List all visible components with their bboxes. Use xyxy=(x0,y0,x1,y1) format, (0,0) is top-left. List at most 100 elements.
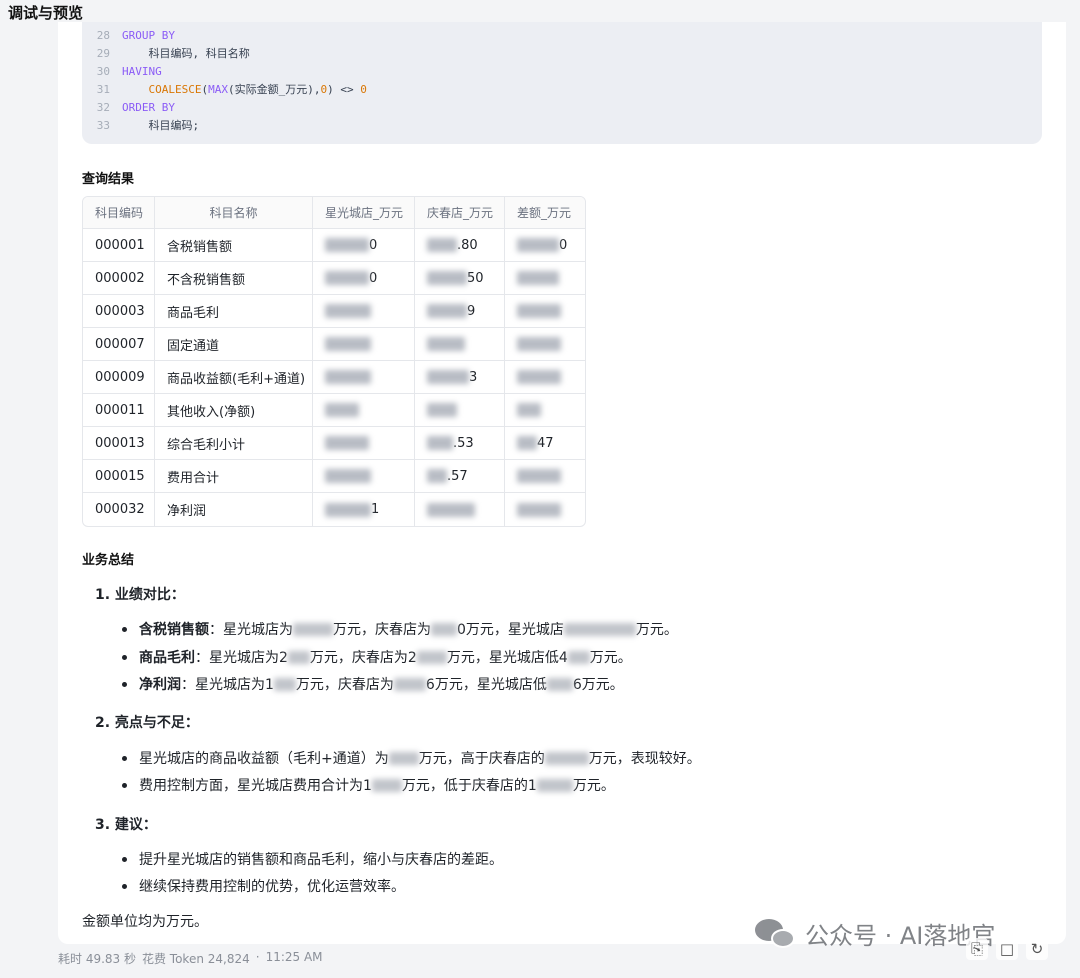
table-cell-a: 1 xyxy=(313,493,415,526)
meta-separator: · xyxy=(255,950,260,964)
summary-heading-3: 3. 建议： xyxy=(95,817,157,833)
col-header-name: 科目名称 xyxy=(155,197,313,229)
col-header-xingguang: 星光城店_万元 xyxy=(313,197,415,229)
line-number: 30 xyxy=(96,64,110,78)
col-header-code: 科目编码 xyxy=(83,197,155,229)
table-cell-a xyxy=(313,394,415,427)
message-actions: ⎘ □ ↻ xyxy=(966,938,1048,960)
redacted-value xyxy=(325,370,371,384)
elapsed-time: 耗时 49.83 秒 xyxy=(58,952,136,966)
redacted-value xyxy=(325,502,371,517)
table-cell-b: .80 xyxy=(415,229,505,262)
code-line: 28 GROUP BY xyxy=(82,26,175,44)
code-token: HAVING xyxy=(122,64,162,78)
table-cell-d: 47 xyxy=(505,427,585,460)
redacted-value xyxy=(427,304,467,318)
redacted-value xyxy=(427,271,467,285)
share-icon[interactable]: □ xyxy=(996,938,1018,960)
summary-heading-2: 2. 亮点与不足： xyxy=(95,715,199,731)
table-cell-b: 50 xyxy=(415,262,505,295)
query-results-title: 查询结果 xyxy=(82,172,135,187)
code-token: ( xyxy=(201,82,209,96)
page-title: 调试与预览 xyxy=(8,4,84,22)
redacted-value xyxy=(325,304,371,318)
col-header-qingchun: 庆春店_万元 xyxy=(415,197,505,229)
line-number: 31 xyxy=(96,82,110,96)
code-token: 0 xyxy=(320,82,328,96)
redacted-value xyxy=(517,436,537,450)
table-cell-name: 固定通道 xyxy=(155,328,313,361)
redacted-value xyxy=(427,370,469,384)
redacted-value xyxy=(427,469,447,483)
code-token: ORDER BY xyxy=(122,100,175,114)
redacted-value xyxy=(325,436,369,450)
results-table: 科目编码 科目名称 星光城店_万元 庆春店_万元 差额_万元 000001 含税销… xyxy=(82,196,586,527)
copy-icon[interactable]: ⎘ xyxy=(966,938,988,960)
wechat-logo-icon xyxy=(755,917,797,951)
table-cell-a xyxy=(313,328,415,361)
redacted-value xyxy=(517,370,561,384)
summary-bullet: 净利润 ：星光城店为1 万元，庆春店为 6万元，星光城店低 6万元。 xyxy=(122,674,624,694)
redacted-value xyxy=(517,337,561,351)
line-number: 33 xyxy=(96,118,110,132)
table-cell-b: 9 xyxy=(415,295,505,328)
line-number: 29 xyxy=(96,46,110,60)
table-cell-code: 000013 xyxy=(83,427,155,460)
redacted-value xyxy=(517,469,561,483)
code-token: (实际金额_万元), xyxy=(227,83,321,96)
table-cell-d xyxy=(505,361,585,394)
summary-bullet: 星光城店的商品收益额（毛利+通道）为 万元，高于庆春店的 万元，表现较好。 xyxy=(122,748,701,768)
table-cell-a: 0 xyxy=(313,229,415,262)
table-cell-name: 费用合计 xyxy=(155,460,313,493)
table-row: 000001 含税销售额 0.80 0 xyxy=(83,229,585,262)
table-row: 000015 费用合计 .57 xyxy=(83,460,585,493)
table-cell-name: 商品收益额(毛利+通道) xyxy=(155,361,313,394)
table-cell-code: 000003 xyxy=(83,295,155,328)
redacted-value xyxy=(427,502,475,517)
code-token: MAX xyxy=(208,82,228,96)
summary-bullet: 商品毛利 ：星光城店为2 万元，庆春店为2 万元，星光城店低4 万元。 xyxy=(122,647,632,667)
table-cell-d xyxy=(505,460,585,493)
timestamp: 11:25 AM xyxy=(265,950,323,964)
table-cell-a xyxy=(313,361,415,394)
table-cell-d xyxy=(505,394,585,427)
table-cell-d xyxy=(505,262,585,295)
table-cell-b: 3 xyxy=(415,361,505,394)
col-header-diff: 差额_万元 xyxy=(505,197,585,229)
redacted-value xyxy=(517,403,541,417)
redacted-value xyxy=(517,238,559,252)
business-summary-title: 业务总结 xyxy=(82,553,135,568)
table-cell-code: 000002 xyxy=(83,262,155,295)
table-cell-code: 000032 xyxy=(83,493,155,526)
table-cell-name: 含税销售额 xyxy=(155,229,313,262)
line-number: 28 xyxy=(96,28,110,42)
redacted-value xyxy=(517,271,559,285)
table-cell-d: 0 xyxy=(505,229,585,262)
code-token: 0 xyxy=(360,82,367,96)
refresh-icon[interactable]: ↻ xyxy=(1026,938,1048,960)
table-row: 000032 净利润 1 xyxy=(83,493,585,526)
response-meta: 耗时 49.83 秒 花费 Token 24,824 · 11:25 AM xyxy=(58,950,323,967)
redacted-value xyxy=(325,238,369,252)
table-cell-name: 商品毛利 xyxy=(155,295,313,328)
watermark: 公众号 · AI落地官 xyxy=(755,916,995,951)
unit-note: 金额单位均为万元。 xyxy=(82,914,208,930)
table-cell-code: 000009 xyxy=(83,361,155,394)
redacted-value xyxy=(427,337,465,351)
code-line: 29 科目编码, 科目名称 xyxy=(82,44,250,62)
code-token: GROUP BY xyxy=(122,28,175,42)
redacted-value xyxy=(517,502,561,517)
redacted-value xyxy=(325,403,359,417)
code-token: 科目编码; xyxy=(148,119,200,132)
table-cell-code: 000011 xyxy=(83,394,155,427)
table-cell-a: 0 xyxy=(313,262,415,295)
sql-code-block: 28 GROUP BY 29 科目编码, 科目名称 30 HAVING 31 COALES… xyxy=(82,22,1042,144)
table-cell-name: 其他收入(净额) xyxy=(155,394,313,427)
redacted-value xyxy=(325,337,371,351)
line-number: 32 xyxy=(96,100,110,114)
code-line: 33 科目编码; xyxy=(82,116,199,134)
table-cell-a xyxy=(313,460,415,493)
table-cell-b xyxy=(415,328,505,361)
table-cell-d xyxy=(505,295,585,328)
summary-bullet: 费用控制方面，星光城店费用合计为1 万元，低于庆春店的1 万元。 xyxy=(122,775,615,795)
